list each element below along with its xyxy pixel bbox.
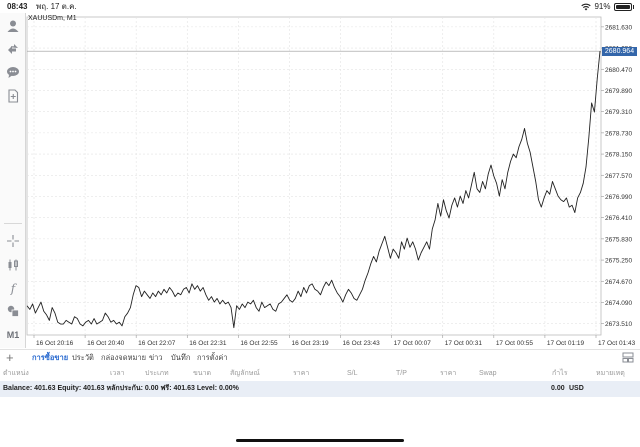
tab-journal[interactable]: บันทึก (171, 350, 190, 366)
x-tick-label: 17 Oct 01:19 (547, 340, 585, 347)
balance-summary: Balance: 401.63 Equity: 401.63 หลักประกั… (3, 385, 239, 392)
y-tick-label: 2678.730 (605, 130, 632, 137)
x-tick-label: 17 Oct 00:31 (445, 340, 483, 347)
terminal-tabs: + การซื้อขาย ประวัติ กล่องจดหมาย ข่าว บั… (0, 349, 640, 365)
tab-mailbox[interactable]: กล่องจดหมาย (101, 350, 146, 366)
x-tick-label: 16 Oct 22:31 (189, 340, 227, 347)
y-tick-label: 2676.990 (605, 194, 632, 201)
y-tick-label: 2674.090 (605, 300, 632, 307)
total-profit: 0.00 (551, 385, 565, 392)
svg-text:f: f (10, 282, 18, 296)
y-tick-label: 2681.630 (605, 24, 632, 31)
y-tick-label: 2673.510 (605, 321, 632, 328)
col-type: ประเภท (145, 370, 169, 377)
timeframe-label: M1 (6, 330, 20, 340)
chart-axes: 2681.6302681.0502680.4702679.8902679.310… (33, 24, 636, 347)
balance-row: Balance: 401.63 Equity: 401.63 หลักประกั… (0, 381, 640, 397)
x-tick-label: 16 Oct 22:07 (138, 340, 176, 347)
chart-canvas[interactable]: 2681.6302681.0502680.4702679.8902679.310… (26, 13, 640, 349)
col-tp: T/P (396, 370, 407, 377)
y-tick-label: 2676.410 (605, 215, 632, 222)
x-tick-label: 16 Oct 20:16 (36, 340, 74, 347)
trade-arrows-icon[interactable] (3, 39, 23, 59)
x-tick-label: 17 Oct 00:55 (496, 340, 534, 347)
y-tick-label: 2678.150 (605, 152, 632, 159)
x-tick-label: 17 Oct 00:07 (394, 340, 432, 347)
status-time: 08:43 (7, 2, 28, 11)
col-position: ตำแหน่ง (3, 370, 29, 377)
col-price: ราคา (293, 370, 310, 377)
battery-level (615, 4, 631, 9)
tab-settings[interactable]: การตั้งค่า (197, 350, 228, 366)
x-tick-label: 17 Oct 01:43 (598, 340, 636, 347)
battery-icon (613, 2, 632, 11)
chart-series (26, 51, 601, 329)
status-right: 91% (581, 0, 634, 13)
function-icon[interactable]: f (3, 278, 23, 298)
x-tick-label: 16 Oct 20:40 (87, 340, 125, 347)
home-indicator[interactable] (236, 439, 404, 442)
col-swap: Swap (479, 370, 497, 377)
y-tick-label: 2677.570 (605, 173, 632, 180)
chart-toolbar: f M1 (0, 13, 26, 348)
col-comment: หมายเหตุ (596, 370, 625, 377)
battery-percent: 91% (594, 2, 611, 11)
col-profit: กำไร (552, 370, 568, 377)
tab-trade[interactable]: การซื้อขาย (32, 350, 68, 366)
tab-news[interactable]: ข่าว (149, 350, 163, 366)
x-tick-label: 16 Oct 23:43 (343, 340, 381, 347)
col-time: เวลา (110, 370, 125, 377)
new-order-icon[interactable] (3, 86, 23, 106)
x-tick-label: 16 Oct 22:55 (240, 340, 278, 347)
account-icon[interactable] (3, 16, 23, 36)
y-tick-label: 2674.670 (605, 279, 632, 286)
x-tick-label: 16 Oct 23:19 (291, 340, 329, 347)
col-current-price: ราคา (440, 370, 457, 377)
price-chart[interactable]: 2681.6302681.0502680.4702679.8902679.310… (26, 13, 640, 349)
layout-icon[interactable] (622, 352, 634, 363)
col-symbol: สัญลักษณ์ (230, 370, 260, 377)
chat-icon[interactable] (3, 62, 23, 82)
positions-header: ตำแหน่ง เวลา ประเภท ขนาด สัญลักษณ์ ราคา … (0, 366, 640, 381)
wifi-icon (581, 3, 592, 10)
account-currency: USD (569, 385, 584, 392)
status-date: พฤ. 17 ต.ค. (36, 2, 77, 11)
toolbar-divider (4, 223, 22, 224)
y-tick-label: 2679.890 (605, 88, 632, 95)
col-sl: S/L (347, 370, 358, 377)
candles-icon[interactable] (3, 255, 23, 275)
price-series-line (26, 51, 601, 329)
y-tick-label: 2679.310 (605, 109, 632, 116)
y-tick-label: 2680.470 (605, 67, 632, 74)
status-bar: 08:43 พฤ. 17 ต.ค. 91% (0, 0, 640, 13)
chart-symbol-title: XAUUSDm, M1 (28, 15, 77, 22)
current-price-label: 2680.964 (602, 46, 637, 56)
y-tick-label: 2675.250 (605, 258, 632, 265)
crosshair-icon[interactable] (3, 231, 23, 251)
battery-tip (632, 4, 634, 9)
col-volume: ขนาด (193, 370, 212, 377)
tab-history[interactable]: ประวัติ (72, 350, 94, 366)
add-icon[interactable]: + (6, 350, 14, 365)
timeframe-button[interactable]: M1 (3, 325, 23, 345)
y-tick-label: 2675.830 (605, 236, 632, 243)
objects-icon[interactable] (3, 301, 23, 321)
